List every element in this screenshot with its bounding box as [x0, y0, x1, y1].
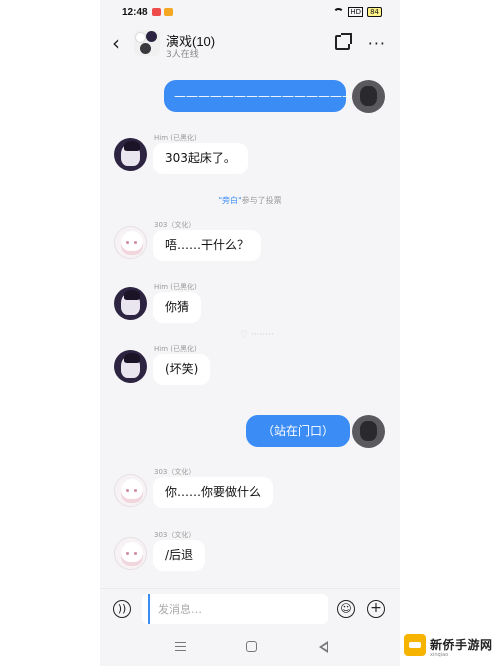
incoming-message[interactable]: /后退	[153, 540, 206, 571]
status-time: 12:48	[122, 7, 148, 18]
incoming-message[interactable]: (坏笑)	[153, 354, 211, 385]
avatar-him[interactable]	[114, 350, 147, 383]
sender-name: 303（文化）	[154, 468, 196, 476]
avatar-303[interactable]	[114, 474, 147, 507]
status-right: HD 84	[333, 7, 382, 17]
sender-name: Him (已黑化)	[154, 345, 197, 353]
incoming-message[interactable]: 你……你要做什么	[153, 477, 274, 508]
online-count: 3人在线	[166, 50, 199, 60]
input-bar: )) ☺ +	[100, 588, 400, 628]
nav-menu-icon[interactable]	[175, 642, 186, 651]
my-avatar[interactable]	[352, 80, 385, 113]
outgoing-message[interactable]: （站在门口）	[246, 415, 351, 447]
avatar-303[interactable]	[114, 226, 147, 259]
logo-text: 新侨手游网	[430, 638, 493, 652]
incoming-message[interactable]: 303起床了。	[153, 143, 248, 174]
chat-header: ‹ 演戏(10) 3人在线 ···	[100, 26, 400, 64]
avatar-him[interactable]	[114, 287, 147, 320]
group-avatar[interactable]	[134, 30, 160, 56]
sender-name: Him (已黑化)	[154, 134, 197, 142]
emoji-icon[interactable]: ☺	[337, 600, 355, 618]
plus-icon[interactable]: +	[367, 600, 385, 618]
incoming-message[interactable]: 你猜	[153, 292, 202, 323]
nav-home-icon[interactable]	[246, 641, 257, 652]
sender-name: 303（文化）	[154, 221, 196, 229]
watermark: ♡ ········	[240, 330, 274, 340]
message-input-box[interactable]	[142, 594, 334, 624]
nav-back-icon[interactable]	[319, 641, 328, 653]
phone-screen: 12:48 HD 84 ‹ 演戏(10) 3人在线 ··· ——————————…	[100, 0, 400, 666]
system-notice-text: 参与了投票	[241, 196, 282, 205]
incoming-message[interactable]: 唔……干什么？	[153, 230, 262, 261]
avatar-him[interactable]	[114, 138, 147, 171]
more-icon[interactable]: ···	[368, 34, 386, 53]
system-notice: "旁白"参与了投票	[100, 195, 400, 206]
logo-icon	[404, 634, 426, 656]
notification-icon	[152, 8, 161, 16]
message-input[interactable]	[148, 594, 334, 624]
my-avatar[interactable]	[352, 415, 385, 448]
system-nav-bar	[100, 628, 400, 666]
sender-name: 303（文化）	[154, 531, 196, 539]
status-bar: 12:48 HD 84	[100, 0, 400, 26]
battery-icon: 84	[367, 7, 382, 17]
share-icon[interactable]	[335, 33, 352, 50]
sender-name: Him (已黑化)	[154, 283, 197, 291]
notification-icon	[164, 8, 173, 16]
wifi-icon	[333, 8, 345, 16]
back-icon[interactable]: ‹	[112, 32, 120, 54]
system-notice-name[interactable]: "旁白"	[218, 196, 241, 205]
logo-subtext: xinqiao	[430, 652, 449, 658]
outgoing-message[interactable]: ———————————————	[164, 80, 354, 112]
avatar-303[interactable]	[114, 537, 147, 570]
voice-icon[interactable]: ))	[113, 600, 131, 618]
site-logo: 新侨手游网 xinqiao	[400, 630, 500, 666]
signal-icon: HD	[348, 7, 364, 17]
